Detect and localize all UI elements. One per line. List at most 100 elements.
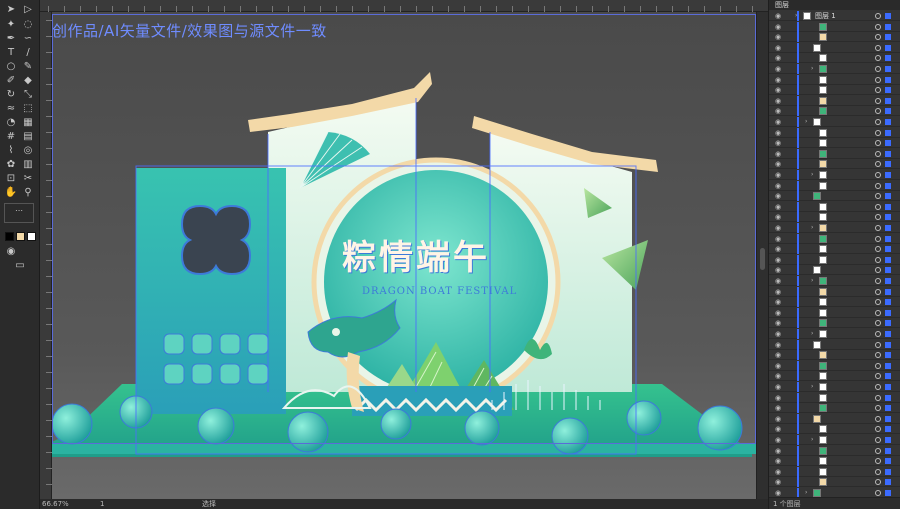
sublayer-row[interactable]: ◉ bbox=[769, 159, 900, 170]
sublayer-row[interactable]: ◉ bbox=[769, 297, 900, 308]
sublayer-row[interactable]: ◉ bbox=[769, 350, 900, 361]
target-circle-icon[interactable] bbox=[875, 76, 881, 83]
sublayer-row[interactable]: ◉ bbox=[769, 180, 900, 191]
target-circle-icon[interactable] bbox=[875, 119, 881, 125]
visibility-eye-icon[interactable]: ◉ bbox=[775, 65, 781, 73]
rotate-tool-icon[interactable]: ↻ bbox=[4, 88, 18, 101]
sublayer-row[interactable]: ◉ › bbox=[769, 64, 900, 74]
vertical-ruler[interactable] bbox=[40, 12, 52, 499]
visibility-eye-icon[interactable]: ◉ bbox=[775, 23, 781, 31]
sublayer-row[interactable]: ◉ bbox=[769, 286, 900, 297]
sublayer-row[interactable]: ◉ › bbox=[769, 382, 900, 392]
magic-wand-tool-icon[interactable]: ✦ bbox=[4, 18, 18, 31]
edit-toolbar-icon[interactable]: ⋯ bbox=[4, 203, 34, 223]
selection-indicator[interactable] bbox=[885, 458, 891, 465]
slice-tool-icon[interactable]: ✂ bbox=[21, 172, 35, 185]
chevron-right-icon[interactable]: › bbox=[811, 330, 813, 338]
visibility-eye-icon[interactable]: ◉ bbox=[775, 351, 781, 359]
pen-tool-icon[interactable]: ✒ bbox=[4, 32, 18, 45]
selection-indicator[interactable] bbox=[885, 373, 891, 380]
stroke-color-swatch[interactable] bbox=[16, 232, 25, 241]
selection-indicator[interactable] bbox=[885, 352, 891, 359]
selection-indicator[interactable] bbox=[885, 214, 891, 221]
sublayer-row[interactable]: ◉ bbox=[769, 445, 900, 456]
selection-indicator[interactable] bbox=[885, 288, 891, 295]
sublayer-row[interactable]: ◉ bbox=[769, 32, 900, 43]
target-circle-icon[interactable] bbox=[875, 34, 881, 41]
visibility-eye-icon[interactable]: ◉ bbox=[775, 362, 781, 370]
selection-indicator[interactable] bbox=[885, 182, 891, 189]
shape-builder-tool-icon[interactable]: ◔ bbox=[4, 116, 18, 129]
visibility-eye-icon[interactable]: ◉ bbox=[775, 171, 781, 179]
perspective-tool-icon[interactable]: ▦ bbox=[21, 116, 35, 129]
sublayer-row[interactable]: ◉ bbox=[769, 456, 900, 467]
blend-tool-icon[interactable]: ◎ bbox=[21, 144, 35, 157]
layer-row-top[interactable]: ◉ › 图层 1 bbox=[769, 11, 900, 21]
line-tool-icon[interactable]: / bbox=[21, 46, 35, 59]
visibility-eye-icon[interactable]: ◉ bbox=[775, 341, 781, 349]
visibility-eye-icon[interactable]: ◉ bbox=[775, 457, 781, 465]
target-circle-icon[interactable] bbox=[875, 129, 881, 136]
target-circle-icon[interactable] bbox=[875, 214, 881, 221]
screen-mode-icon[interactable]: ▭ bbox=[13, 259, 27, 272]
selection-indicator[interactable] bbox=[885, 299, 891, 306]
selection-indicator[interactable] bbox=[885, 66, 891, 72]
visibility-eye-icon[interactable]: ◉ bbox=[775, 203, 781, 211]
selection-indicator[interactable] bbox=[885, 87, 891, 94]
visibility-eye-icon[interactable]: ◉ bbox=[775, 107, 781, 115]
fill-color-swatch[interactable] bbox=[5, 232, 14, 241]
visibility-eye-icon[interactable]: ◉ bbox=[775, 33, 781, 41]
target-circle-icon[interactable] bbox=[875, 341, 881, 348]
selection-indicator[interactable] bbox=[885, 341, 891, 348]
target-circle-icon[interactable] bbox=[875, 437, 881, 443]
chevron-right-icon[interactable]: › bbox=[805, 489, 807, 497]
selection-indicator[interactable] bbox=[885, 426, 891, 433]
selection-indicator[interactable] bbox=[885, 203, 891, 210]
visibility-eye-icon[interactable]: ◉ bbox=[775, 288, 781, 296]
visibility-eye-icon[interactable]: ◉ bbox=[775, 298, 781, 306]
selection-indicator[interactable] bbox=[885, 119, 891, 125]
selection-indicator[interactable] bbox=[885, 320, 891, 327]
target-circle-icon[interactable] bbox=[875, 479, 881, 486]
selection-indicator[interactable] bbox=[885, 108, 891, 115]
target-circle-icon[interactable] bbox=[875, 66, 881, 72]
gradient-tool-icon[interactable]: ▤ bbox=[21, 130, 35, 143]
visibility-eye-icon[interactable]: ◉ bbox=[775, 235, 781, 243]
visibility-eye-icon[interactable]: ◉ bbox=[775, 468, 781, 476]
target-circle-icon[interactable] bbox=[875, 309, 881, 316]
sublayer-row[interactable]: ◉ › bbox=[769, 223, 900, 233]
target-circle-icon[interactable] bbox=[875, 352, 881, 359]
selection-indicator[interactable] bbox=[885, 384, 891, 390]
target-circle-icon[interactable] bbox=[875, 108, 881, 115]
target-circle-icon[interactable] bbox=[875, 193, 881, 200]
selection-indicator[interactable] bbox=[885, 44, 891, 51]
sublayer-row[interactable]: ◉ bbox=[769, 138, 900, 149]
selection-tool-icon[interactable]: ➤ bbox=[4, 3, 18, 16]
target-circle-icon[interactable] bbox=[875, 140, 881, 147]
selection-indicator[interactable] bbox=[885, 13, 891, 19]
vertical-scrollbar[interactable] bbox=[756, 12, 768, 499]
sublayer-row[interactable]: ◉ bbox=[769, 85, 900, 96]
visibility-eye-icon[interactable]: ◉ bbox=[775, 478, 781, 486]
target-circle-icon[interactable] bbox=[875, 426, 881, 433]
visibility-eye-icon[interactable]: ◉ bbox=[775, 330, 781, 338]
zoom-tool-icon[interactable]: ⚲ bbox=[21, 186, 35, 199]
selection-indicator[interactable] bbox=[885, 225, 891, 231]
target-circle-icon[interactable] bbox=[875, 182, 881, 189]
document-canvas[interactable]: 粽情端午 DRAGON BOAT FESTIVAL 创作品/AI矢量文件/效果图… bbox=[52, 12, 756, 499]
symbol-sprayer-tool-icon[interactable]: ✿ bbox=[4, 158, 18, 171]
selection-indicator[interactable] bbox=[885, 76, 891, 83]
visibility-eye-icon[interactable]: ◉ bbox=[775, 118, 781, 126]
target-circle-icon[interactable] bbox=[875, 267, 881, 274]
visibility-eye-icon[interactable]: ◉ bbox=[775, 213, 781, 221]
zoom-level[interactable]: 66.67% bbox=[42, 499, 69, 509]
curvature-tool-icon[interactable]: ∽ bbox=[21, 32, 35, 45]
sublayer-row[interactable]: ◉ bbox=[769, 95, 900, 106]
selection-indicator[interactable] bbox=[885, 331, 891, 337]
selection-indicator[interactable] bbox=[885, 362, 891, 369]
sublayer-row[interactable]: ◉ › bbox=[769, 170, 900, 180]
none-color-swatch[interactable] bbox=[27, 232, 36, 241]
sublayer-row[interactable]: ◉ › bbox=[769, 276, 900, 286]
ellipse-tool-icon[interactable]: ○ bbox=[4, 60, 18, 73]
sublayer-row[interactable]: ◉ bbox=[769, 318, 900, 329]
